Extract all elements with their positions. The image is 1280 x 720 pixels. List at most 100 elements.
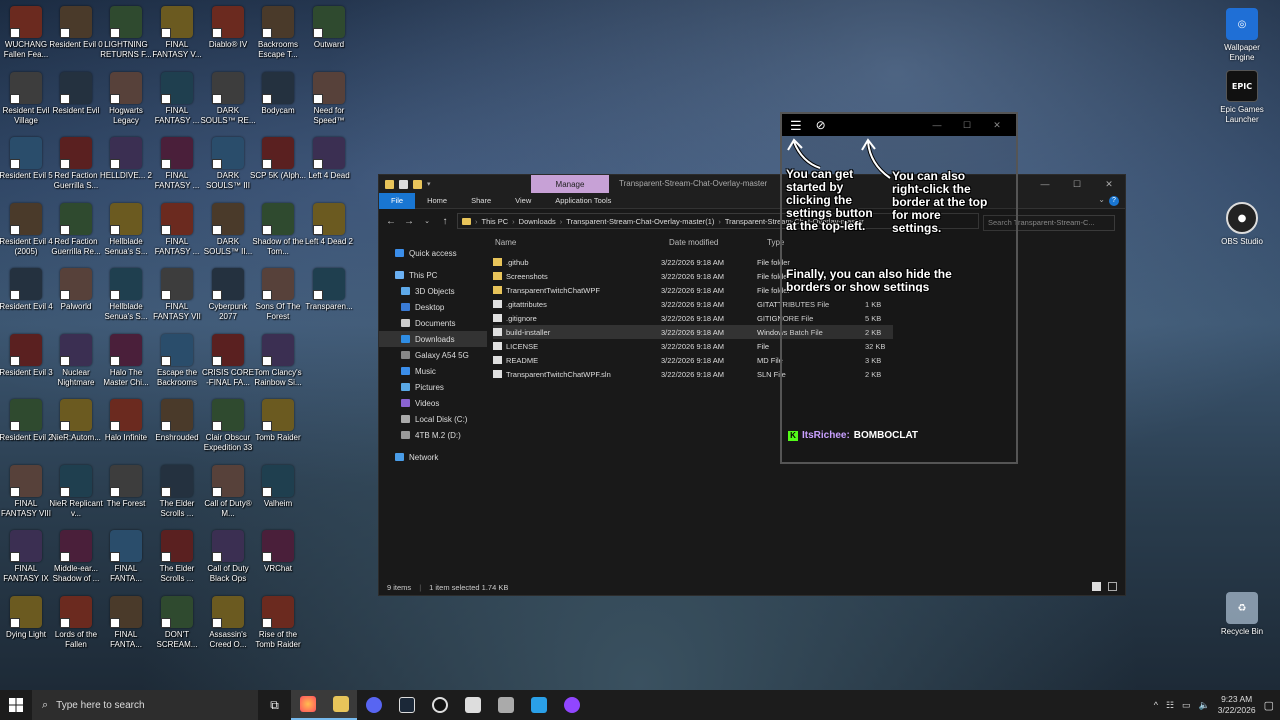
- wifi-icon[interactable]: ☷: [1166, 700, 1174, 711]
- properties-icon[interactable]: [399, 179, 408, 189]
- desktop-icon[interactable]: Enshrouded: [151, 395, 203, 457]
- desktop-icon[interactable]: CRISIS CORE -FINAL FA...: [202, 330, 254, 392]
- back-arrow-icon[interactable]: ←: [385, 216, 397, 227]
- desktop-icon[interactable]: The Forest: [100, 461, 152, 523]
- task-view-button[interactable]: ⧉: [258, 690, 291, 720]
- taskbar-vscode[interactable]: [522, 690, 555, 720]
- desktop-icon[interactable]: Hellblade Senua's S...: [100, 199, 152, 261]
- new-folder-icon[interactable]: [413, 179, 422, 189]
- start-button[interactable]: [0, 690, 32, 720]
- desktop-icon[interactable]: Tomb Raider: [252, 395, 304, 457]
- nav-network[interactable]: Network: [379, 449, 487, 465]
- desktop-icon[interactable]: Resident Evil 0: [49, 2, 103, 64]
- desktop-icon[interactable]: Resident Evil 5: [0, 133, 53, 195]
- nav-local-disk-c[interactable]: Local Disk (C:): [379, 411, 487, 427]
- desktop-icon[interactable]: Transparen...: [303, 264, 355, 326]
- taskbar-obs[interactable]: [423, 690, 456, 720]
- desktop-icon[interactable]: Diablo® IV: [202, 2, 254, 64]
- tab-application-tools[interactable]: Application Tools: [543, 193, 623, 209]
- recent-locations-icon[interactable]: ⌄: [421, 217, 433, 225]
- close-button[interactable]: ✕: [1093, 175, 1125, 193]
- nav-drive-d[interactable]: 4TB M.2 (D:): [379, 427, 487, 443]
- desktop-icon[interactable]: HELLDIVE... 2: [100, 133, 152, 195]
- desktop-icon[interactable]: Need for Speed™: [303, 68, 355, 130]
- desktop-icon[interactable]: Tom Clancy's Rainbow Si...: [252, 330, 304, 392]
- desktop-icon[interactable]: The Elder Scrolls ...: [151, 461, 203, 523]
- desktop-icon[interactable]: Resident Evil 4 (2005): [0, 199, 53, 261]
- nav-music[interactable]: Music: [379, 363, 487, 379]
- desktop-icon[interactable]: Halo The Master Chi...: [100, 330, 152, 392]
- clock[interactable]: 9:23 AM 3/22/2026: [1218, 694, 1256, 716]
- details-view-icon[interactable]: [1092, 582, 1101, 591]
- desktop-icon[interactable]: Palworld: [50, 264, 102, 326]
- desktop-icon[interactable]: FINAL FANTA...: [100, 592, 152, 654]
- desktop-icon[interactable]: FINAL FANTASY VIII: [0, 461, 52, 523]
- hide-borders-icon[interactable]: ⊘: [816, 118, 826, 132]
- nav-quick-access[interactable]: Quick access: [379, 245, 487, 261]
- nav-pictures[interactable]: Pictures: [379, 379, 487, 395]
- desktop-icon[interactable]: Nuclear Nightmare: [50, 330, 102, 392]
- desktop-icon[interactable]: Red Faction Guerrilla Re...: [50, 199, 102, 261]
- network-icon[interactable]: ▭: [1182, 700, 1191, 711]
- desktop-icon[interactable]: Hellblade Senua's S...: [100, 264, 152, 326]
- desktop-icon[interactable]: FINAL FANTASY V...: [151, 2, 203, 64]
- desktop-icon[interactable]: Red Faction Guerrilla S...: [50, 133, 102, 195]
- desktop-icon[interactable]: VRChat: [252, 526, 304, 588]
- nav-downloads[interactable]: Downloads: [379, 331, 487, 347]
- taskbar-app-7[interactable]: [489, 690, 522, 720]
- breadcrumb-downloads[interactable]: Downloads: [519, 217, 556, 226]
- nav-3d-objects[interactable]: 3D Objects: [379, 283, 487, 299]
- desktop-icon[interactable]: DARK SOULS™ II...: [202, 199, 254, 261]
- volume-icon[interactable]: 🔈: [1199, 700, 1210, 711]
- desktop-icon[interactable]: Clair Obscur Expedition 33: [202, 395, 254, 457]
- desktop-icon[interactable]: The Elder Scrolls ...: [151, 526, 203, 588]
- minimize-button[interactable]: —: [1029, 175, 1061, 193]
- desktop-icon[interactable]: SCP 5K (Alph...: [250, 133, 306, 195]
- nav-this-pc[interactable]: This PC: [379, 267, 487, 283]
- menu-icon[interactable]: ☰: [790, 119, 802, 132]
- customize-toolbar-icon[interactable]: ▾: [427, 180, 431, 188]
- nav-desktop[interactable]: Desktop: [379, 299, 487, 315]
- nav-documents[interactable]: Documents: [379, 315, 487, 331]
- nav-videos[interactable]: Videos: [379, 395, 487, 411]
- desktop-icon[interactable]: Assassin's Creed O...: [202, 592, 254, 654]
- desktop-icon[interactable]: Valheim: [252, 461, 304, 523]
- nav-galaxy-phone[interactable]: Galaxy A54 5G: [379, 347, 487, 363]
- maximize-button[interactable]: ☐: [952, 114, 982, 136]
- desktop-icon[interactable]: FINAL FANTASY IX: [0, 526, 52, 588]
- taskbar-app-6[interactable]: [456, 690, 489, 720]
- taskbar-steam[interactable]: [390, 690, 423, 720]
- desktop-icon[interactable]: Resident Evil 3: [0, 330, 53, 392]
- desktop-icon[interactable]: FINAL FANTASY ...: [151, 133, 203, 195]
- overlay-titlebar[interactable]: ☰ ⊘ — ☐ ✕: [782, 114, 1016, 136]
- minimize-button[interactable]: —: [922, 114, 952, 136]
- desktop-icon-obs[interactable]: ● OBS Studio: [1212, 202, 1272, 247]
- taskbar-firefox[interactable]: [291, 690, 324, 720]
- desktop-icon[interactable]: Cyberpunk 2077: [202, 264, 254, 326]
- desktop-icon[interactable]: Sons Of The Forest: [252, 264, 304, 326]
- large-icons-view-icon[interactable]: [1108, 582, 1117, 591]
- desktop-icon[interactable]: Call of Duty Black Ops: [202, 526, 254, 588]
- desktop-icon[interactable]: NieR:Autom...: [50, 395, 102, 457]
- desktop-icon[interactable]: DARK SOULS™ III: [202, 133, 254, 195]
- desktop-icon[interactable]: Resident Evil 2: [0, 395, 53, 457]
- manage-context-tab[interactable]: Manage: [531, 175, 609, 193]
- breadcrumb-parent-folder[interactable]: Transparent-Stream-Chat-Overlay-master(1…: [566, 217, 714, 226]
- tab-home[interactable]: Home: [415, 193, 459, 209]
- desktop-icon[interactable]: Outward: [303, 2, 355, 64]
- breadcrumb-this-pc[interactable]: This PC: [482, 217, 509, 226]
- desktop-icon[interactable]: Left 4 Dead 2: [303, 199, 355, 261]
- taskbar-search[interactable]: ⌕ Type here to search: [32, 690, 258, 720]
- desktop-icon[interactable]: Bodycam: [252, 68, 304, 130]
- desktop-icon[interactable]: Lords of the Fallen: [50, 592, 102, 654]
- tab-share[interactable]: Share: [459, 193, 503, 209]
- taskbar-twitch-chat[interactable]: [555, 690, 588, 720]
- tab-file[interactable]: File: [379, 192, 416, 209]
- folder-icon[interactable]: [385, 179, 394, 189]
- column-name[interactable]: Name: [495, 238, 516, 247]
- desktop-icon[interactable]: Shadow of the Tom...: [252, 199, 304, 261]
- chat-overlay-window[interactable]: ☰ ⊘ — ☐ ✕ You can get started by clickin…: [780, 112, 1018, 464]
- taskbar-discord[interactable]: [357, 690, 390, 720]
- desktop-icon[interactable]: FINAL FANTASY ...: [151, 199, 203, 261]
- desktop-icon[interactable]: LIGHTNING RETURNS F...: [100, 2, 152, 64]
